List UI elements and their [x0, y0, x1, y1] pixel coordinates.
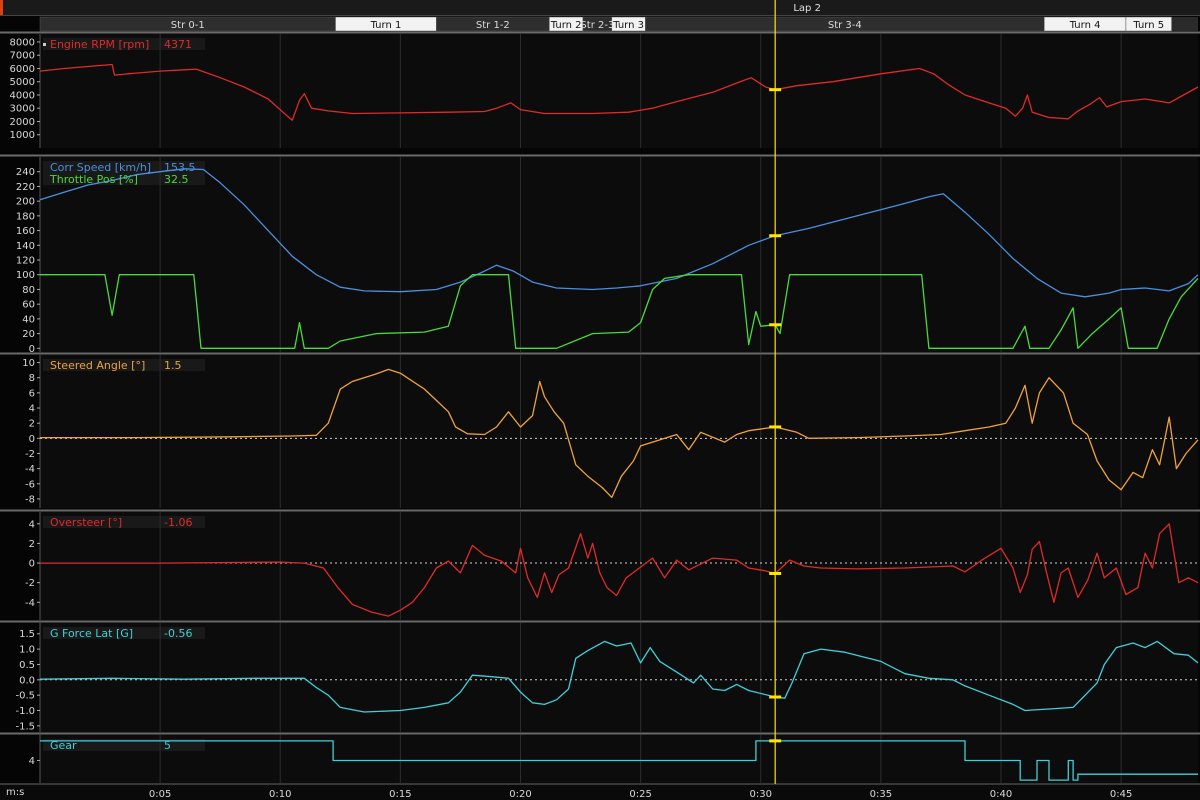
- segment-label: Str 3-4: [828, 20, 862, 31]
- segment-label: Str 2-3: [580, 20, 614, 31]
- y-tick-label: -2: [25, 449, 35, 460]
- x-tick-label: 0:40: [990, 789, 1012, 800]
- y-tick-label: 8: [29, 373, 35, 384]
- x-tick-label: 0:45: [1110, 789, 1132, 800]
- header-accent: [0, 0, 3, 15]
- y-tick-label: 60: [22, 300, 35, 311]
- y-tick-label: 0: [29, 434, 35, 445]
- x-tick-label: 0:25: [629, 789, 651, 800]
- panel-gear[interactable]: [40, 735, 1198, 783]
- y-tick-label: 80: [22, 285, 35, 296]
- channel-value: 4371: [164, 38, 192, 51]
- y-tick-label: 0: [29, 559, 35, 570]
- y-tick-label: -6: [25, 479, 35, 490]
- channel-name: Engine RPM [rpm]: [50, 38, 149, 51]
- channel-name: Gear: [50, 739, 77, 752]
- header-divider: [0, 15, 1200, 16]
- y-tick-label: 4: [29, 519, 35, 530]
- y-tick-label: 4000: [10, 90, 35, 101]
- y-tick-label: 180: [16, 211, 35, 222]
- y-tick-label: 7000: [10, 51, 35, 62]
- x-tick-label: 0:20: [509, 789, 531, 800]
- telemetry-chart[interactable]: Lap 2Str 0-1 Turn 1 Str 1-2 Turn 2Str 2-3Tu…: [0, 0, 1200, 800]
- segment-label: Turn 4: [1069, 20, 1101, 31]
- y-tick-label: 4: [29, 756, 35, 767]
- y-tick-label: 5000: [10, 77, 35, 88]
- lap-label: Lap 2: [793, 3, 821, 14]
- y-tick-label: 120: [16, 256, 35, 267]
- y-tick-label: -4: [25, 598, 35, 609]
- lap-header-bar: [0, 0, 1200, 15]
- telemetry-viewer: Lap 2 Str 0-1 Turn 1 Str 1-2 Turn 2 Str 2-3 Tu…: [0, 0, 1200, 800]
- y-tick-label: 40: [22, 314, 35, 325]
- channel-name: Steered Angle [°]: [50, 359, 145, 372]
- y-tick-label: -8: [25, 494, 35, 505]
- y-tick-label: 240: [16, 167, 35, 178]
- y-tick-label: 160: [16, 226, 35, 237]
- y-tick-label: 3000: [10, 104, 35, 115]
- panel-oversteer[interactable]: [40, 512, 1198, 620]
- y-tick-label: 0.5: [19, 660, 35, 671]
- y-tick-label: -4: [25, 464, 35, 475]
- x-tick-label: 0:15: [389, 789, 411, 800]
- y-tick-label: 0: [29, 344, 35, 355]
- y-tick-label: 140: [16, 241, 35, 252]
- y-tick-label: 10: [22, 358, 35, 369]
- channel-value: 1.5: [164, 359, 182, 372]
- segment-label: Str 0-1: [171, 20, 205, 31]
- channel-value: -0.56: [164, 627, 192, 640]
- y-tick-label: 4: [29, 404, 35, 415]
- y-tick-label: 6: [29, 388, 35, 399]
- panel-steer[interactable]: [40, 355, 1198, 508]
- y-tick-label: 2: [29, 419, 35, 430]
- segment-label: Turn 5: [1132, 20, 1164, 31]
- y-tick-label: 6000: [10, 64, 35, 75]
- channel-name: Throttle Pos [%]: [49, 173, 138, 186]
- y-tick-label: 1.0: [19, 645, 35, 656]
- channel-value: 32.5: [164, 173, 189, 186]
- y-tick-label: 0.0: [19, 675, 35, 686]
- y-tick-label: 220: [16, 182, 35, 193]
- channel-name: Oversteer [°]: [50, 516, 122, 529]
- y-tick-label: 8000: [10, 37, 35, 48]
- panel-glat[interactable]: [40, 623, 1198, 732]
- channel-value: -1.06: [164, 516, 192, 529]
- y-tick-label: 2: [29, 539, 35, 550]
- y-tick-label: -2: [25, 578, 35, 589]
- y-tick-label: 1000: [10, 130, 35, 141]
- segment-label: Str 1-2: [476, 20, 510, 31]
- x-tick-label: 0:35: [870, 789, 892, 800]
- y-tick-label: -1.0: [15, 706, 35, 717]
- x-tick-label: 0:05: [149, 789, 171, 800]
- y-tick-label: 1.5: [19, 629, 35, 640]
- panel-rpm[interactable]: [40, 34, 1198, 148]
- x-tick-label: 0:10: [269, 789, 291, 800]
- y-tick-label: -0.5: [15, 691, 35, 702]
- y-tick-label: 20: [22, 329, 35, 340]
- segment-label: Turn 3: [612, 20, 644, 31]
- segment-label: Turn 1: [370, 20, 402, 31]
- x-axis-bar: [0, 784, 1200, 800]
- panel-handle[interactable]: [43, 43, 46, 46]
- y-tick-label: 2000: [10, 117, 35, 128]
- segment-label: Turn 2: [550, 20, 582, 31]
- x-axis-unit: m:s: [6, 787, 24, 798]
- y-tick-label: 100: [16, 270, 35, 281]
- y-tick-label: -1.5: [15, 721, 35, 732]
- y-tick-label: 200: [16, 197, 35, 208]
- x-tick-label: 0:30: [750, 789, 772, 800]
- channel-name: G Force Lat [G]: [50, 627, 133, 640]
- panel-speed[interactable]: [40, 157, 1198, 352]
- channel-value: 5: [164, 739, 171, 752]
